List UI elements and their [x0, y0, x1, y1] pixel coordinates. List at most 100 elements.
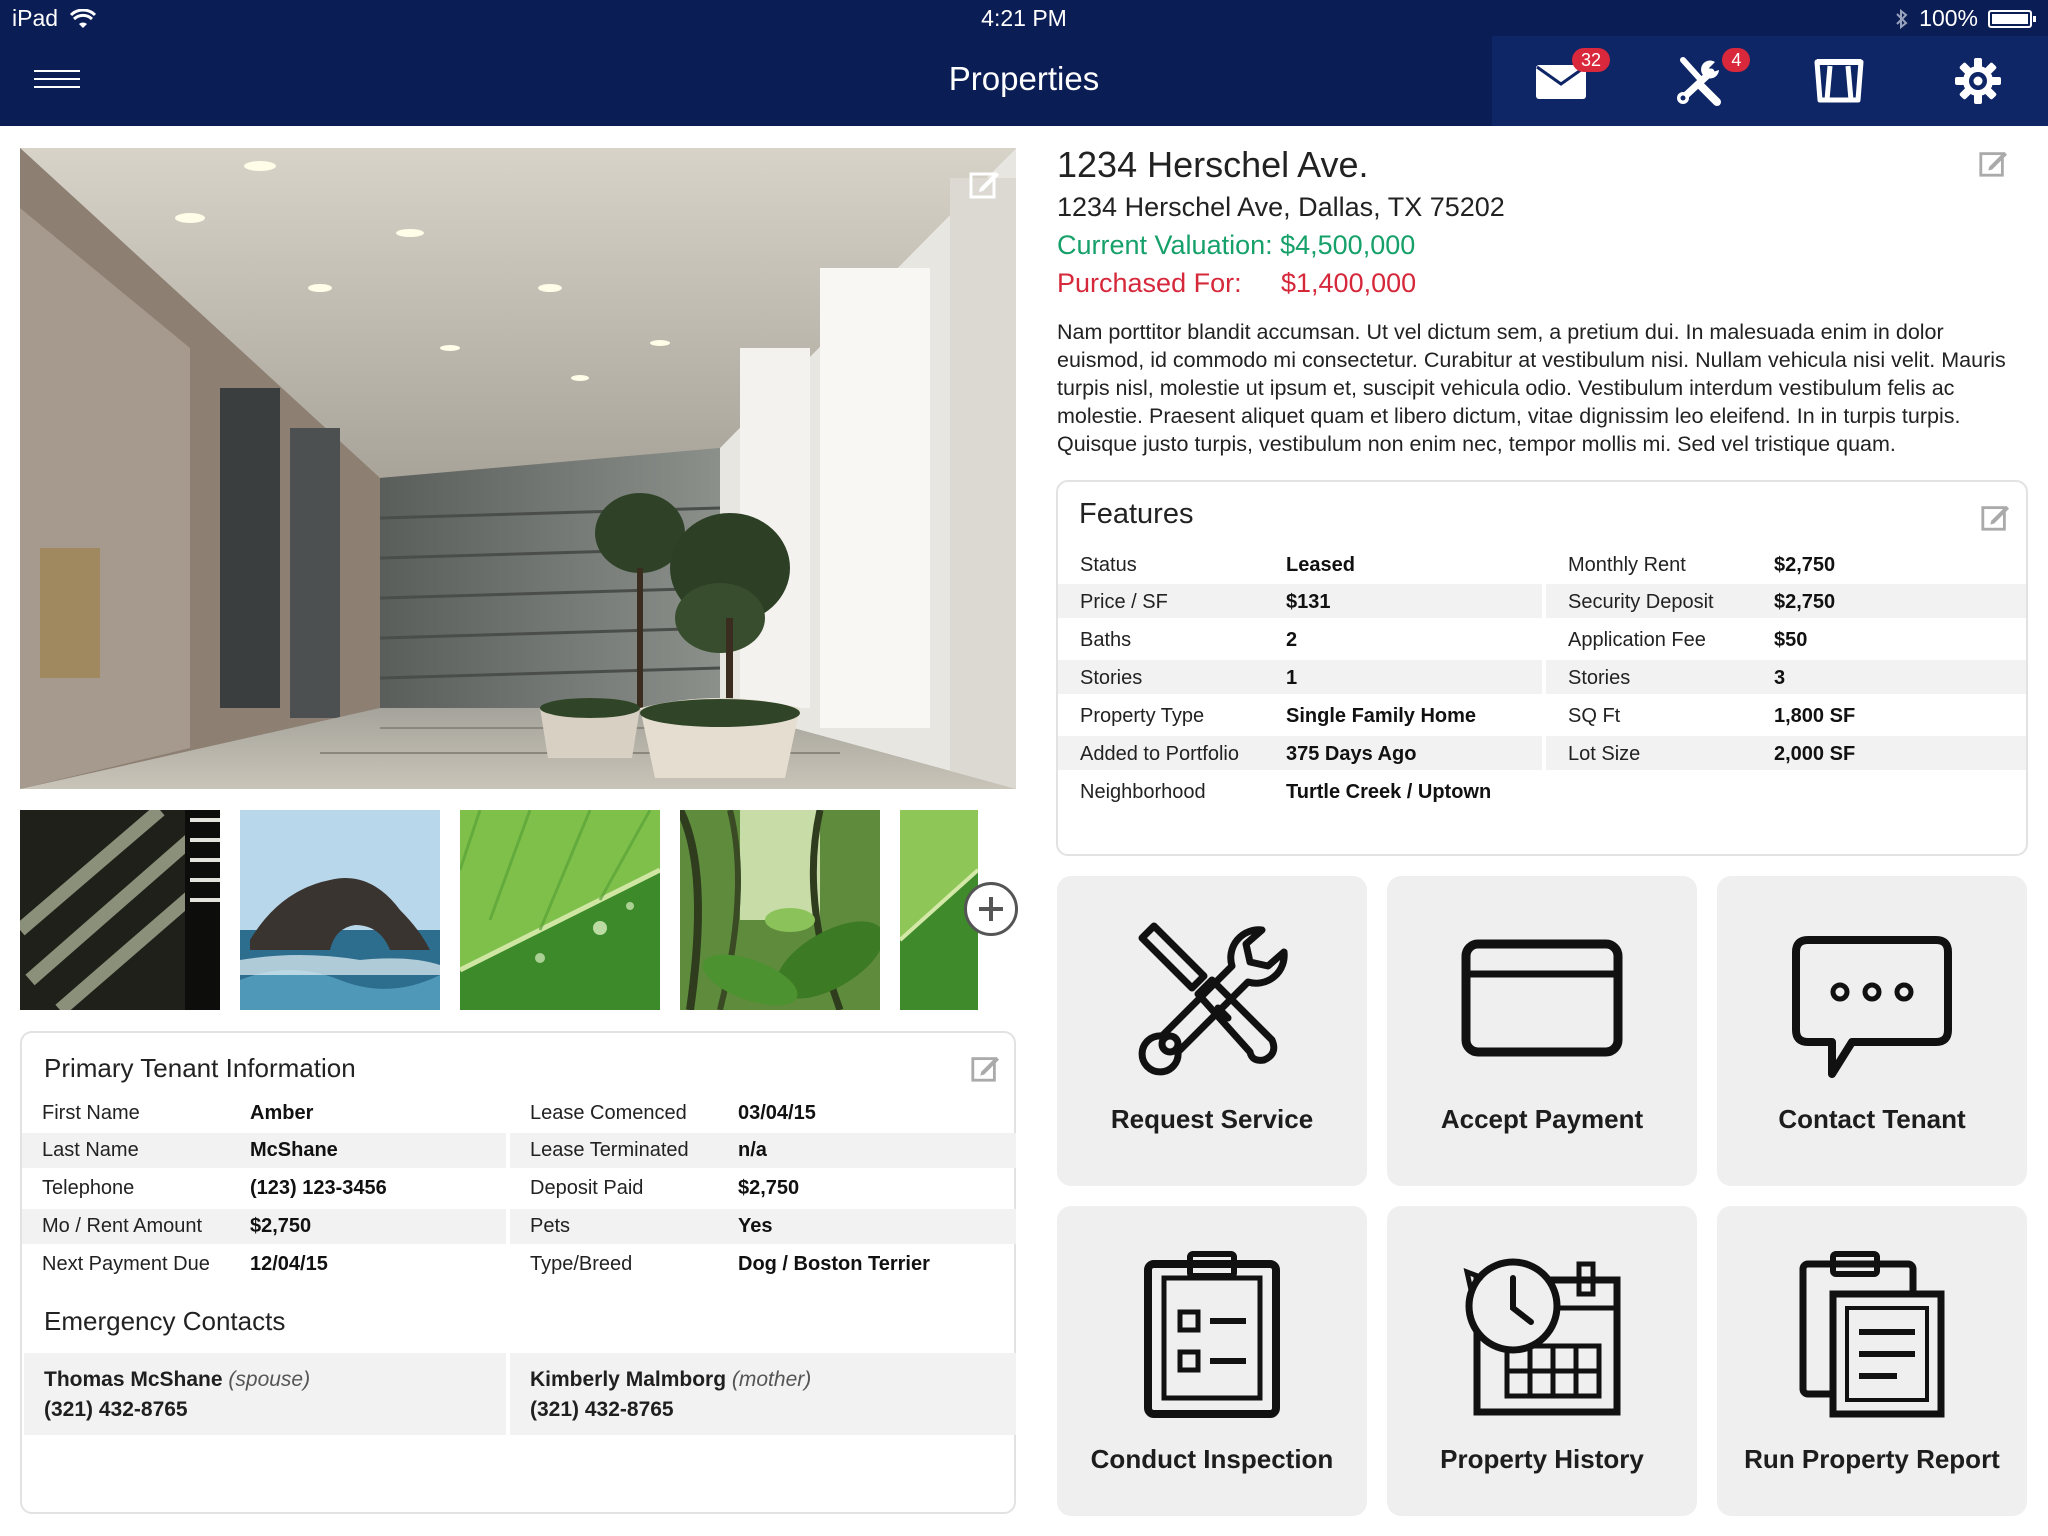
thumbnail-photo[interactable] [680, 810, 880, 1010]
row-label: First Name [42, 1102, 140, 1124]
feature-label: Stories [1568, 667, 1631, 689]
feature-row: Price / SF $131 [1058, 584, 1542, 618]
feature-label: Status [1080, 554, 1137, 576]
feature-value: Turtle Creek / Uptown [1286, 781, 1492, 803]
tile-label: Contact Tenant [1778, 1104, 1966, 1134]
run-property-report-button[interactable]: Run Property Report [1717, 1206, 2027, 1516]
contact-relation: (mother) [731, 1368, 812, 1391]
tile-icon-wrap [1717, 1250, 2027, 1420]
feature-label: Property Type [1080, 705, 1205, 727]
battery-icon [1988, 9, 2036, 28]
feature-value: 1 [1286, 667, 1298, 689]
property-edit-icon[interactable] [1978, 148, 2008, 178]
feature-label: Added to Portfolio [1080, 743, 1239, 765]
tenant-info-card: Primary Tenant Information First Name Am… [20, 1031, 1016, 1514]
clock-calendar-icon [1463, 1258, 1621, 1416]
messages-button[interactable]: 32 [1492, 36, 1630, 126]
feature-label: Lot Size [1568, 743, 1641, 765]
request-service-button[interactable]: Request Service [1057, 876, 1367, 1186]
thumbnail-photo[interactable] [240, 810, 440, 1010]
feature-label: Baths [1080, 629, 1132, 651]
row-label: Lease Terminated [530, 1139, 689, 1161]
emergency-contact[interactable]: Thomas McShane (spouse) (321) 432-8765 [24, 1353, 506, 1435]
feature-row: Property Type Single Family Home [1058, 698, 1542, 732]
tenant-row: Type/Breed Dog / Boston Terrier [510, 1247, 1016, 1282]
row-value: $2,750 [738, 1177, 800, 1199]
tenant-row: Telephone (123) 123-3456 [22, 1171, 506, 1206]
store-button[interactable] [1770, 36, 1909, 126]
service-badge: 4 [1722, 48, 1751, 72]
row-value: McShane [250, 1139, 338, 1161]
accept-payment-button[interactable]: Accept Payment [1387, 876, 1697, 1186]
row-value: Amber [250, 1102, 314, 1124]
tenant-row: Mo / Rent Amount $2,750 [22, 1209, 506, 1244]
feature-row: SQ Ft 1,800 SF [1546, 698, 2026, 732]
feature-value: 1,800 SF [1774, 705, 1856, 727]
row-label: Next Payment Due [42, 1253, 210, 1275]
row-label: Pets [530, 1215, 571, 1237]
tenant-row: First Name Amber [22, 1096, 506, 1131]
tenant-edit-icon[interactable] [970, 1053, 1000, 1083]
row-label: Telephone [42, 1177, 135, 1199]
status-time: 4:21 PM [981, 5, 1067, 31]
row-value: Dog / Boston Terrier [738, 1253, 930, 1275]
status-bar: iPad 4:21 PM 100% [0, 0, 2048, 36]
shadow-stripes-photo [20, 810, 220, 1010]
plus-icon [979, 897, 1003, 921]
feature-value: 3 [1774, 667, 1786, 689]
property-history-button[interactable]: Property History [1387, 1206, 1697, 1516]
contact-relation: (spouse) [228, 1368, 311, 1391]
purchased-label: Purchased For: [1057, 268, 1242, 298]
main-property-photo[interactable] [20, 148, 1016, 789]
row-value: $2,750 [250, 1215, 312, 1237]
row-value: 12/04/15 [250, 1253, 328, 1275]
feature-label: Neighborhood [1080, 781, 1206, 803]
nav-actions: 32 4 [1492, 36, 2048, 126]
feature-label: Security Deposit [1568, 591, 1714, 613]
tenant-row: Deposit Paid $2,750 [510, 1171, 1016, 1206]
add-photo-button[interactable] [964, 882, 1018, 936]
row-value: 03/04/15 [738, 1102, 816, 1124]
sea-rock-photo [240, 810, 440, 1010]
tile-icon-wrap [1387, 938, 1697, 1058]
feature-row: Added to Portfolio 375 Days Ago [1058, 736, 1542, 770]
feature-value: Single Family Home [1286, 705, 1477, 727]
purchased-value: $1,400,000 [1281, 268, 1417, 298]
contact-name: Thomas McShane [44, 1368, 223, 1391]
tile-icon-wrap [1057, 1250, 1367, 1420]
row-label: Type/Breed [530, 1253, 633, 1275]
features-edit-icon[interactable] [1980, 502, 2010, 532]
tile-label: Property History [1440, 1444, 1644, 1474]
feature-value: 375 Days Ago [1286, 743, 1417, 765]
corridor-photo [20, 148, 1016, 789]
tile-label: Run Property Report [1744, 1444, 2000, 1474]
property-title: 1234 Herschel Ave. [1057, 144, 1369, 185]
service-requests-button[interactable]: 4 [1630, 36, 1769, 126]
emergency-contact[interactable]: Kimberly Malmborg (mother) (321) 432-876… [510, 1353, 1016, 1435]
contact-tenant-button[interactable]: Contact Tenant [1717, 876, 2027, 1186]
row-value: n/a [738, 1139, 767, 1161]
tile-label: Request Service [1110, 1104, 1314, 1134]
tenant-row: Last Name McShane [22, 1133, 506, 1168]
feature-row: Stories 1 [1058, 660, 1542, 694]
chat-bubble-icon [1792, 936, 1952, 1078]
tools-icon [1138, 922, 1288, 1076]
row-label: Lease Comenced [530, 1102, 687, 1124]
gear-icon [1955, 58, 2002, 104]
tenant-card-title: Primary Tenant Information [44, 1053, 356, 1083]
emergency-contacts-title: Emergency Contacts [44, 1306, 286, 1336]
credit-card-icon [1461, 939, 1623, 1057]
conduct-inspection-button[interactable]: Conduct Inspection [1057, 1206, 1367, 1516]
settings-button[interactable] [1909, 36, 2048, 126]
feature-value: 2,000 SF [1774, 743, 1856, 765]
tile-label: Accept Payment [1440, 1104, 1644, 1134]
contact-phone: (321) 432-8765 [530, 1398, 674, 1421]
thumbnail-photo[interactable] [460, 810, 660, 1010]
feature-value: Leased [1286, 554, 1355, 576]
thumbnail-photo[interactable] [20, 810, 220, 1010]
tenant-row: Next Payment Due 12/04/15 [22, 1247, 506, 1282]
photo-edit-icon[interactable] [968, 168, 1000, 200]
row-label: Deposit Paid [530, 1177, 644, 1199]
tools-icon [1676, 57, 1721, 106]
storefront-icon [1814, 59, 1864, 103]
